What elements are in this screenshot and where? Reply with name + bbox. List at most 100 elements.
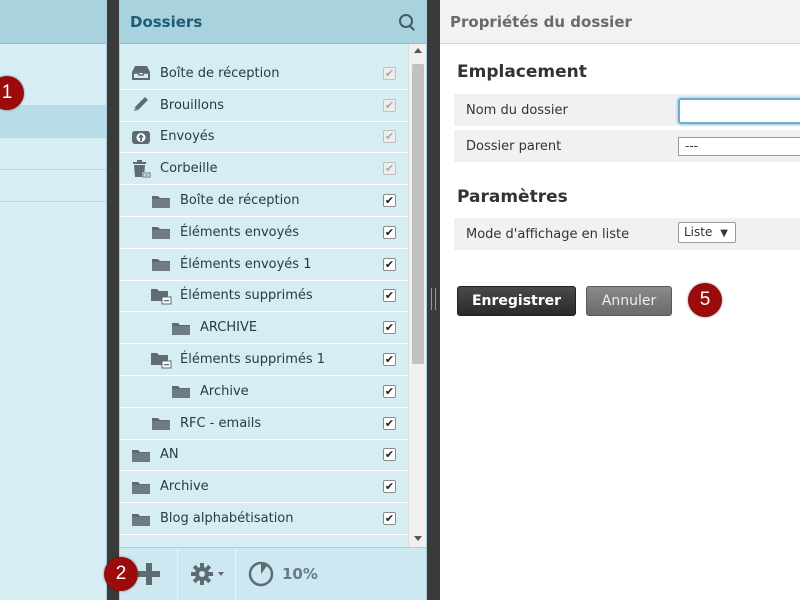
folder-label: Corbeille bbox=[160, 161, 218, 177]
quota-indicator: 10% bbox=[248, 561, 318, 587]
left-list-item-selected[interactable] bbox=[0, 106, 106, 138]
folder-label: Archive bbox=[200, 383, 249, 399]
location-section-title: Emplacement bbox=[457, 62, 587, 82]
subscribe-checkbox[interactable]: ✔ bbox=[383, 480, 396, 494]
subscribe-checkbox[interactable]: ✔ bbox=[383, 512, 396, 526]
list-mode-select[interactable]: Liste ▼ bbox=[678, 222, 736, 243]
settings-section-title: Paramètres bbox=[457, 187, 568, 207]
chevron-down-icon bbox=[217, 572, 224, 576]
folder-label: ARCHIVE bbox=[200, 320, 258, 336]
subscribe-checkbox[interactable]: ✔ bbox=[383, 384, 396, 398]
save-button[interactable]: Enregistrer bbox=[457, 286, 576, 316]
left-list-item[interactable] bbox=[0, 170, 106, 202]
folder-row[interactable]: Envoyés ✔ bbox=[120, 121, 408, 154]
inbox-icon bbox=[130, 64, 152, 82]
folder-row[interactable]: ARCHIVE ✔ bbox=[120, 312, 408, 345]
folder-icon bbox=[130, 446, 152, 464]
folder-icon bbox=[130, 478, 152, 496]
folder-row[interactable]: RFC - emails ✔ bbox=[120, 407, 408, 440]
folder-label: Boîte de réception bbox=[160, 65, 280, 81]
folder-row[interactable]: Corbeille ✔ bbox=[120, 153, 408, 186]
list-mode-value: Liste bbox=[684, 225, 713, 239]
folder-row[interactable]: Éléments supprimés ✔ bbox=[120, 280, 408, 313]
folder-row[interactable]: Archive ✔ bbox=[120, 375, 408, 408]
subscribe-checkbox[interactable]: ✔ bbox=[383, 225, 396, 239]
search-icon[interactable] bbox=[398, 13, 416, 31]
subscribe-checkbox: ✔ bbox=[383, 66, 396, 80]
folder-name-input[interactable] bbox=[678, 98, 800, 124]
folder-row[interactable]: Blog alphabétisation ✔ bbox=[120, 503, 408, 535]
folder-list: Boîte de réception ✔ Brouillons ✔ Envoyés ✔ Co… bbox=[120, 58, 408, 535]
list-mode-label: Mode d'affichage en liste bbox=[466, 226, 630, 242]
parent-folder-select[interactable]: --- bbox=[678, 137, 800, 156]
folder-label: Éléments envoyés bbox=[180, 224, 300, 240]
list-mode-row: Mode d'affichage en liste Liste ▼ bbox=[454, 218, 800, 250]
folder-label: Archive bbox=[160, 479, 209, 495]
folder-icon bbox=[150, 255, 172, 273]
subscribe-checkbox: ✔ bbox=[383, 130, 396, 144]
scroll-up-arrow-icon[interactable] bbox=[414, 48, 422, 53]
folders-panel: Dossiers Boîte de réception ✔ Brouillons ✔ E… bbox=[119, 0, 427, 600]
properties-title: Propriétés du dossier bbox=[450, 12, 632, 31]
folder-row[interactable]: AN ✔ bbox=[120, 439, 408, 472]
trash-icon bbox=[130, 159, 152, 178]
folder-icon bbox=[130, 510, 152, 528]
folder-icon bbox=[150, 223, 172, 241]
subscribe-checkbox[interactable]: ✔ bbox=[383, 321, 396, 335]
sent-icon bbox=[130, 128, 152, 146]
left-panel-header bbox=[0, 0, 106, 44]
plus-icon bbox=[137, 563, 160, 585]
folder-name-label: Nom du dossier bbox=[466, 102, 568, 118]
scroll-down-arrow-icon[interactable] bbox=[414, 536, 422, 541]
folder-row[interactable]: Éléments envoyés ✔ bbox=[120, 216, 408, 249]
parent-folder-row: Dossier parent --- bbox=[454, 130, 800, 162]
folder-row[interactable]: Archive ✔ bbox=[120, 471, 408, 504]
folder-icon bbox=[150, 192, 172, 210]
folder-label: Éléments envoyés 1 bbox=[180, 256, 312, 272]
folder-icon bbox=[170, 319, 192, 337]
folder-actions-button[interactable] bbox=[178, 547, 236, 600]
subscribe-checkbox[interactable]: ✔ bbox=[383, 194, 396, 208]
folder-label: Boîte de réception bbox=[180, 193, 300, 209]
cancel-button[interactable]: Annuler bbox=[586, 286, 672, 316]
folder-label: RFC - emails bbox=[180, 415, 262, 431]
step-badge-5: 5 bbox=[688, 283, 722, 317]
folder-row[interactable]: Brouillons ✔ bbox=[120, 89, 408, 122]
folder-name-row: Nom du dossier bbox=[454, 94, 800, 126]
left-list-item[interactable] bbox=[0, 138, 106, 170]
folders-panel-title: Dossiers bbox=[130, 12, 203, 31]
folder-properties-panel: Propriétés du dossier Emplacement Nom du… bbox=[440, 0, 800, 600]
folder-icon bbox=[170, 382, 192, 400]
subscribe-checkbox[interactable]: ✔ bbox=[383, 289, 396, 303]
folder-row[interactable]: Boîte de réception ✔ bbox=[120, 58, 408, 90]
scrollbar-thumb[interactable] bbox=[412, 64, 424, 364]
folder-row[interactable]: Éléments envoyés 1 ✔ bbox=[120, 248, 408, 281]
dropdown-arrow-icon: ▼ bbox=[720, 228, 728, 239]
subscribe-checkbox[interactable]: ✔ bbox=[383, 416, 396, 430]
properties-header: Propriétés du dossier bbox=[440, 0, 800, 44]
folder-label: Brouillons bbox=[160, 97, 224, 113]
folder-label: AN bbox=[160, 447, 179, 463]
folder-label: Blog alphabétisation bbox=[160, 511, 294, 527]
gear-icon bbox=[190, 563, 213, 585]
folder-collapse-icon bbox=[150, 287, 172, 305]
folder-label: Envoyés bbox=[160, 129, 215, 145]
folder-icon bbox=[150, 414, 172, 432]
folder-row[interactable]: Boîte de réception ✔ bbox=[120, 185, 408, 217]
step-badge-2: 2 bbox=[104, 557, 138, 591]
quota-text: 10% bbox=[282, 565, 318, 583]
subscribe-checkbox[interactable]: ✔ bbox=[383, 257, 396, 271]
splitter-grip[interactable] bbox=[431, 288, 436, 310]
folder-label: Éléments supprimés bbox=[180, 288, 313, 304]
folder-list-scrollbar[interactable] bbox=[408, 44, 426, 547]
pencil-icon bbox=[130, 96, 152, 114]
subscribe-checkbox: ✔ bbox=[383, 98, 396, 112]
folders-panel-header: Dossiers bbox=[120, 0, 426, 44]
parent-folder-label: Dossier parent bbox=[466, 138, 562, 154]
folder-label: Éléments supprimés 1 bbox=[180, 352, 326, 368]
folder-collapse-icon bbox=[150, 351, 172, 369]
folder-row[interactable]: Éléments supprimés 1 ✔ bbox=[120, 344, 408, 376]
subscribe-checkbox: ✔ bbox=[383, 162, 396, 176]
subscribe-checkbox[interactable]: ✔ bbox=[383, 448, 396, 462]
subscribe-checkbox[interactable]: ✔ bbox=[383, 353, 396, 367]
